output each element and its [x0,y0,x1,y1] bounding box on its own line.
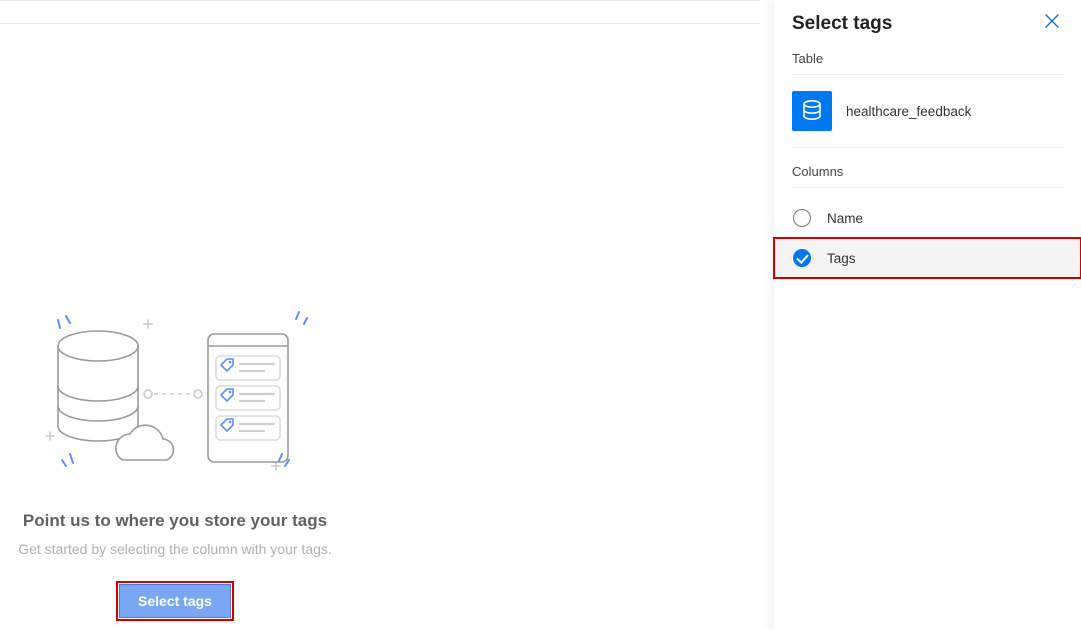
columns-section: Columns Name Tags [792,164,1063,278]
divider [791,147,1064,148]
main-content: Point us to where you store your tags Ge… [0,0,760,630]
radio-icon [793,209,811,227]
column-item-tags[interactable]: Tags [774,238,1081,278]
radio-checked-icon [793,249,811,267]
panel-header: Select tags [792,10,1063,37]
column-label: Tags [827,251,856,266]
close-icon[interactable] [1041,10,1063,37]
select-tags-button[interactable]: Select tags [120,585,230,617]
column-label: Name [827,211,863,226]
panel-title: Select tags [792,13,892,35]
columns-section-label: Columns [792,164,1063,179]
top-divider [0,23,760,24]
divider [791,74,1064,75]
database-to-tags-illustration [40,286,330,476]
empty-state-text: Point us to where you store your tags Ge… [0,511,350,621]
button-highlight-frame: Select tags [116,581,234,621]
table-section-label: Table [792,51,1063,66]
empty-state-subheading: Get started by selecting the column with… [0,541,350,557]
column-list: Name Tags [774,198,1081,278]
table-name: healthcare_feedback [846,104,971,119]
divider [791,187,1064,188]
select-tags-panel: Select tags Table healthcare_feedback Co… [774,0,1081,630]
database-icon [792,91,832,131]
column-item-name[interactable]: Name [774,198,1081,238]
empty-state-heading: Point us to where you store your tags [0,511,350,531]
table-row[interactable]: healthcare_feedback [792,81,1063,147]
